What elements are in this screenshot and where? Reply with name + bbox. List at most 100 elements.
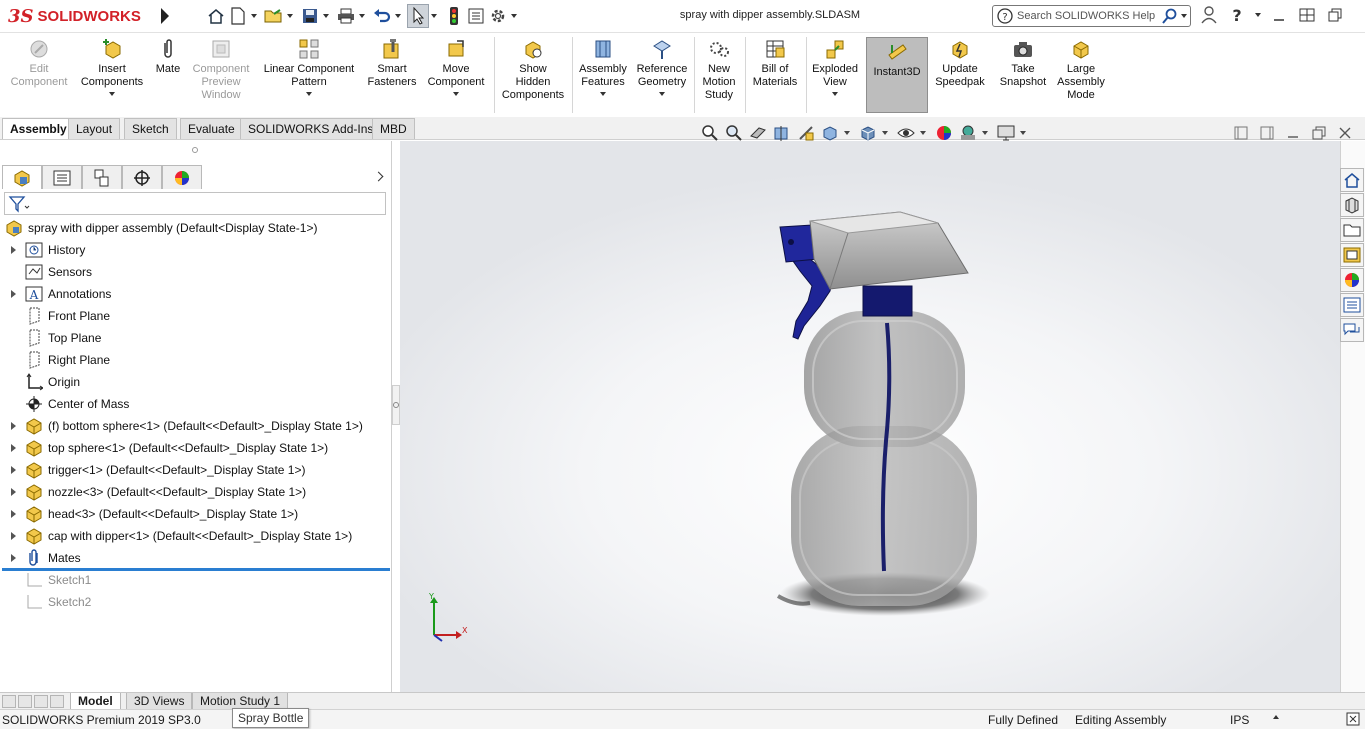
take-snapshot-button[interactable]: Take Snapshot [994, 37, 1052, 89]
tree-filter-input[interactable] [4, 192, 386, 215]
view-settings-icon[interactable] [995, 122, 1017, 144]
viewport-minimize-icon[interactable] [1284, 124, 1302, 142]
appearances-scenes-icon[interactable] [1340, 268, 1364, 292]
viewport-collapse-right-icon[interactable] [1258, 124, 1276, 142]
tab-layout[interactable]: Layout [68, 118, 121, 139]
large-assembly-mode-button[interactable]: Large Assembly Mode [1052, 37, 1110, 102]
component-preview-window-button[interactable]: Component Preview Window [188, 37, 254, 102]
display-style-icon[interactable] [857, 122, 879, 144]
expand-arrow-icon[interactable] [8, 421, 18, 431]
tree-item-component[interactable]: cap with dipper<1> (Default<<Default>_Di… [8, 525, 352, 547]
help-icon[interactable]: ? [1226, 4, 1248, 26]
apply-scene-dropdown-icon[interactable] [981, 122, 989, 144]
tree-root-assembly[interactable]: spray with dipper assembly (Default<Disp… [4, 217, 317, 239]
show-hidden-components-button[interactable]: Show Hidden Components [498, 37, 568, 102]
featuremanager-tree-tab[interactable] [2, 165, 42, 189]
display-style-dropdown-icon[interactable] [881, 122, 889, 144]
help-dropdown-icon[interactable] [1254, 4, 1262, 26]
rollback-bar[interactable] [2, 568, 390, 571]
assembly-features-button[interactable]: Assembly Features [574, 37, 632, 96]
tree-item-sketch1[interactable]: Sketch1 [8, 569, 91, 591]
units-up-arrow-icon[interactable] [1273, 715, 1279, 719]
select-dropdown-icon[interactable] [429, 4, 439, 28]
save-icon[interactable] [299, 4, 321, 28]
tab-3d-views[interactable]: 3D Views [126, 693, 193, 710]
expand-arrow-icon[interactable] [8, 245, 18, 255]
expand-arrow-icon[interactable] [8, 465, 18, 475]
first-tab-arrow-icon[interactable] [2, 695, 16, 708]
tree-item-component[interactable]: nozzle<3> (Default<<Default>_Display Sta… [8, 481, 306, 503]
graphics-area[interactable]: Y X [400, 141, 1340, 692]
tab-sketch[interactable]: Sketch [124, 118, 177, 139]
insert-components-dropdown-icon[interactable] [109, 92, 115, 96]
hide-show-items-icon[interactable] [895, 122, 917, 144]
expand-arrow-icon[interactable] [8, 509, 18, 519]
zoom-to-fit-icon[interactable] [699, 122, 721, 144]
open-dropdown-icon[interactable] [285, 4, 295, 28]
move-component-dropdown-icon[interactable] [453, 92, 459, 96]
options-gear-icon[interactable] [487, 4, 509, 28]
forum-chat-icon[interactable] [1340, 318, 1364, 342]
smart-fasteners-button[interactable]: Smart Fasteners [362, 37, 422, 89]
edit-appearance-icon[interactable] [933, 122, 955, 144]
tab-evaluate[interactable]: Evaluate [180, 118, 243, 139]
tree-item-annotations[interactable]: A Annotations [8, 283, 111, 305]
expand-arrow-icon[interactable] [8, 487, 18, 497]
search-dropdown-icon[interactable] [1178, 14, 1190, 18]
print-icon[interactable] [335, 4, 357, 28]
panel-grip-icon[interactable] [192, 147, 198, 153]
update-speedpak-button[interactable]: Update Speedpak [930, 37, 990, 89]
tree-item-origin[interactable]: Origin [8, 371, 80, 393]
expand-arrow-icon[interactable] [8, 553, 18, 563]
tree-item-component[interactable]: (f) bottom sphere<1> (Default<<Default>_… [8, 415, 363, 437]
customize-status-bar-icon[interactable] [1346, 712, 1360, 729]
section-view-icon[interactable] [771, 122, 793, 144]
options-dropdown-icon[interactable] [509, 4, 519, 28]
tree-item-component[interactable]: trigger<1> (Default<<Default>_Display St… [8, 459, 305, 481]
previous-view-icon[interactable] [747, 122, 769, 144]
apply-scene-icon[interactable] [957, 122, 979, 144]
tree-item-history[interactable]: History [8, 239, 85, 261]
print-dropdown-icon[interactable] [357, 4, 367, 28]
undo-icon[interactable] [371, 4, 393, 28]
tile-icon[interactable] [1296, 4, 1318, 26]
help-search-input[interactable]: ? Search SOLIDWORKS Help [992, 5, 1191, 27]
view-orientation-icon[interactable] [819, 122, 841, 144]
expand-arrow-icon[interactable] [8, 289, 18, 299]
last-tab-arrow-icon[interactable] [50, 695, 64, 708]
tree-item-sensors[interactable]: Sensors [8, 261, 92, 283]
expand-arrow-icon[interactable] [8, 531, 18, 541]
undo-dropdown-icon[interactable] [393, 4, 403, 28]
insert-components-button[interactable]: Insert Components [76, 37, 148, 96]
minimize-icon[interactable] [1268, 4, 1290, 26]
viewport-collapse-left-icon[interactable] [1232, 124, 1250, 142]
menu-expand-arrow-icon[interactable] [156, 0, 174, 32]
hide-show-dropdown-icon[interactable] [919, 122, 927, 144]
panel-splitter[interactable] [392, 385, 400, 425]
exploded-view-button[interactable]: Exploded View [808, 37, 862, 96]
select-arrow-icon[interactable] [407, 4, 429, 28]
restore-icon[interactable] [1324, 4, 1346, 26]
viewport-close-icon[interactable] [1336, 124, 1354, 142]
dimxpertmanager-tab[interactable] [122, 165, 162, 189]
tree-item-front-plane[interactable]: Front Plane [8, 305, 110, 327]
view-orientation-dropdown-icon[interactable] [843, 122, 851, 144]
file-explorer-icon[interactable] [1340, 218, 1364, 242]
move-component-button[interactable]: Move Component [424, 37, 488, 96]
dynamic-annotation-icon[interactable] [795, 122, 817, 144]
expand-arrow-icon[interactable] [8, 443, 18, 453]
zoom-to-area-icon[interactable] [723, 122, 745, 144]
view-settings-dropdown-icon[interactable] [1019, 122, 1027, 144]
home-icon[interactable] [205, 4, 227, 28]
tree-item-right-plane[interactable]: Right Plane [8, 349, 110, 371]
solidworks-resources-home-icon[interactable] [1340, 168, 1364, 192]
chevron-right-icon[interactable] [372, 169, 384, 183]
open-folder-icon[interactable] [263, 4, 285, 28]
file-properties-icon[interactable] [465, 4, 487, 28]
traffic-light-icon[interactable] [443, 4, 465, 28]
tree-item-mates[interactable]: Mates [8, 547, 81, 569]
tab-model[interactable]: Model [70, 693, 121, 710]
assembly-features-dropdown-icon[interactable] [600, 92, 606, 96]
spray-bottle-model[interactable] [400, 141, 1340, 692]
new-motion-study-button[interactable]: New Motion Study [696, 37, 742, 102]
